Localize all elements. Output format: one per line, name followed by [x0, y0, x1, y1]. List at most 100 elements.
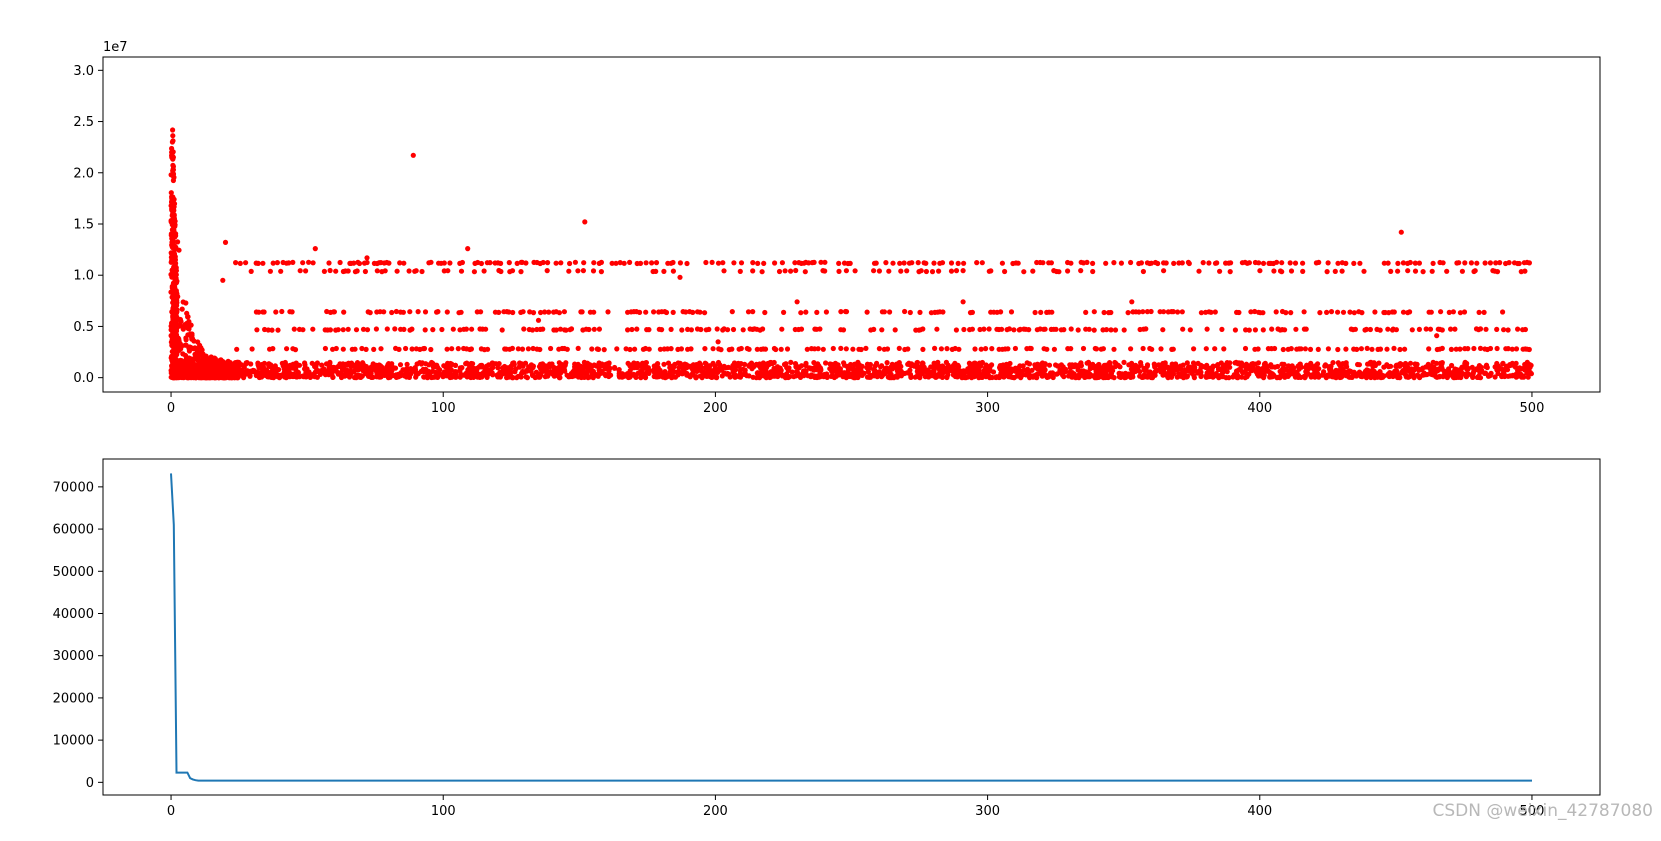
scatter-point [169, 308, 176, 314]
scatter-point [481, 268, 487, 274]
scatter-point [789, 369, 795, 375]
scatter-point [824, 371, 830, 377]
scatter-point [300, 260, 306, 266]
scatter-point [1522, 326, 1528, 333]
scatter-point [226, 365, 233, 371]
scatter-point [944, 346, 950, 352]
scatter-point [1510, 372, 1516, 378]
scatter-point [1465, 371, 1471, 377]
scatter-point [646, 327, 652, 333]
scatter-point [292, 347, 299, 353]
scatter-point [677, 260, 684, 266]
scatter-point [446, 362, 452, 368]
scatter-point [1158, 346, 1164, 352]
scatter-point [487, 260, 493, 266]
scatter-point [678, 346, 685, 352]
scatter-point [716, 366, 722, 372]
scatter-point [1163, 260, 1169, 266]
scatter-point [1471, 345, 1477, 352]
scatter-point [523, 374, 529, 380]
scatter-point [912, 374, 918, 380]
scatter-point [798, 326, 805, 332]
scatter-point [1317, 310, 1323, 316]
scatter-point [935, 359, 941, 365]
scatter-point [627, 259, 633, 265]
scatter-point [562, 361, 568, 368]
scatter-point [598, 259, 605, 265]
scatter-point [400, 309, 406, 315]
scatter-point [306, 259, 312, 265]
scatter-point [668, 326, 674, 332]
scatter-point [1091, 309, 1097, 315]
scatter-point [988, 268, 994, 274]
scatter-point [352, 346, 358, 352]
scatter-point [581, 260, 587, 266]
scatter-point [750, 268, 756, 274]
scatter-point [1377, 327, 1383, 333]
scatter-point [1391, 345, 1397, 351]
scatter-point [392, 326, 398, 332]
scatter-point [634, 326, 640, 332]
scatter-point [1483, 364, 1489, 370]
scatter-point [1161, 268, 1167, 274]
scatter-point [261, 309, 267, 315]
scatter-point [373, 326, 379, 332]
scatter-point [989, 346, 995, 352]
scatter-point [289, 309, 295, 315]
scatter-point [788, 359, 794, 365]
scatter-point [412, 365, 418, 371]
scatter-point [556, 310, 563, 316]
scatter-point [646, 346, 652, 352]
scatter-point [435, 309, 441, 315]
scatter-point [249, 369, 255, 375]
scatter-point [725, 370, 731, 377]
scatter-point [367, 310, 373, 316]
scatter-point [953, 327, 960, 333]
scatter-point [267, 268, 273, 274]
scatter-point [715, 339, 721, 345]
scatter-point [386, 361, 392, 367]
scatter-point [1416, 326, 1422, 332]
scatter-point [872, 369, 879, 375]
scatter-point [647, 368, 653, 374]
scatter-point [1121, 359, 1127, 365]
scatter-point [419, 268, 425, 275]
scatter-point [1438, 360, 1444, 366]
scatter-point [1121, 327, 1127, 333]
scatter-point [677, 274, 683, 280]
scatter-point [546, 309, 552, 315]
scatter-point [1326, 373, 1333, 379]
scatter-point [1058, 362, 1064, 368]
scatter-point [1175, 309, 1181, 315]
scatter-point [174, 350, 180, 356]
scatter-point [421, 345, 428, 352]
scatter-point [811, 367, 817, 373]
scatter-point [890, 260, 896, 266]
scatter-point [279, 360, 285, 366]
scatter-point [445, 369, 451, 375]
scatter-point [614, 346, 620, 352]
scatter-point [783, 361, 789, 367]
scatter-point [1083, 309, 1089, 315]
scatter-point [1078, 368, 1084, 375]
scatter-point [1300, 260, 1306, 266]
scatter-point [891, 364, 897, 371]
scatter-point [999, 326, 1005, 332]
scatter-point [1017, 370, 1023, 376]
scatter-point [1393, 362, 1400, 368]
scatter-point [1099, 370, 1105, 376]
scatter-point [179, 364, 185, 370]
scatter-point [997, 366, 1003, 372]
scatter-point [1420, 269, 1426, 275]
scatter-point [444, 346, 450, 352]
scatter-point [788, 268, 794, 274]
scatter-point [698, 326, 704, 333]
scatter-point [865, 374, 871, 380]
scatter-point [275, 327, 281, 333]
scatter-point [1354, 346, 1360, 352]
scatter-point [1186, 364, 1192, 370]
scatter-point [737, 268, 743, 274]
scatter-point [1384, 346, 1390, 352]
scatter-point [590, 268, 597, 274]
scatter-point [960, 299, 966, 305]
